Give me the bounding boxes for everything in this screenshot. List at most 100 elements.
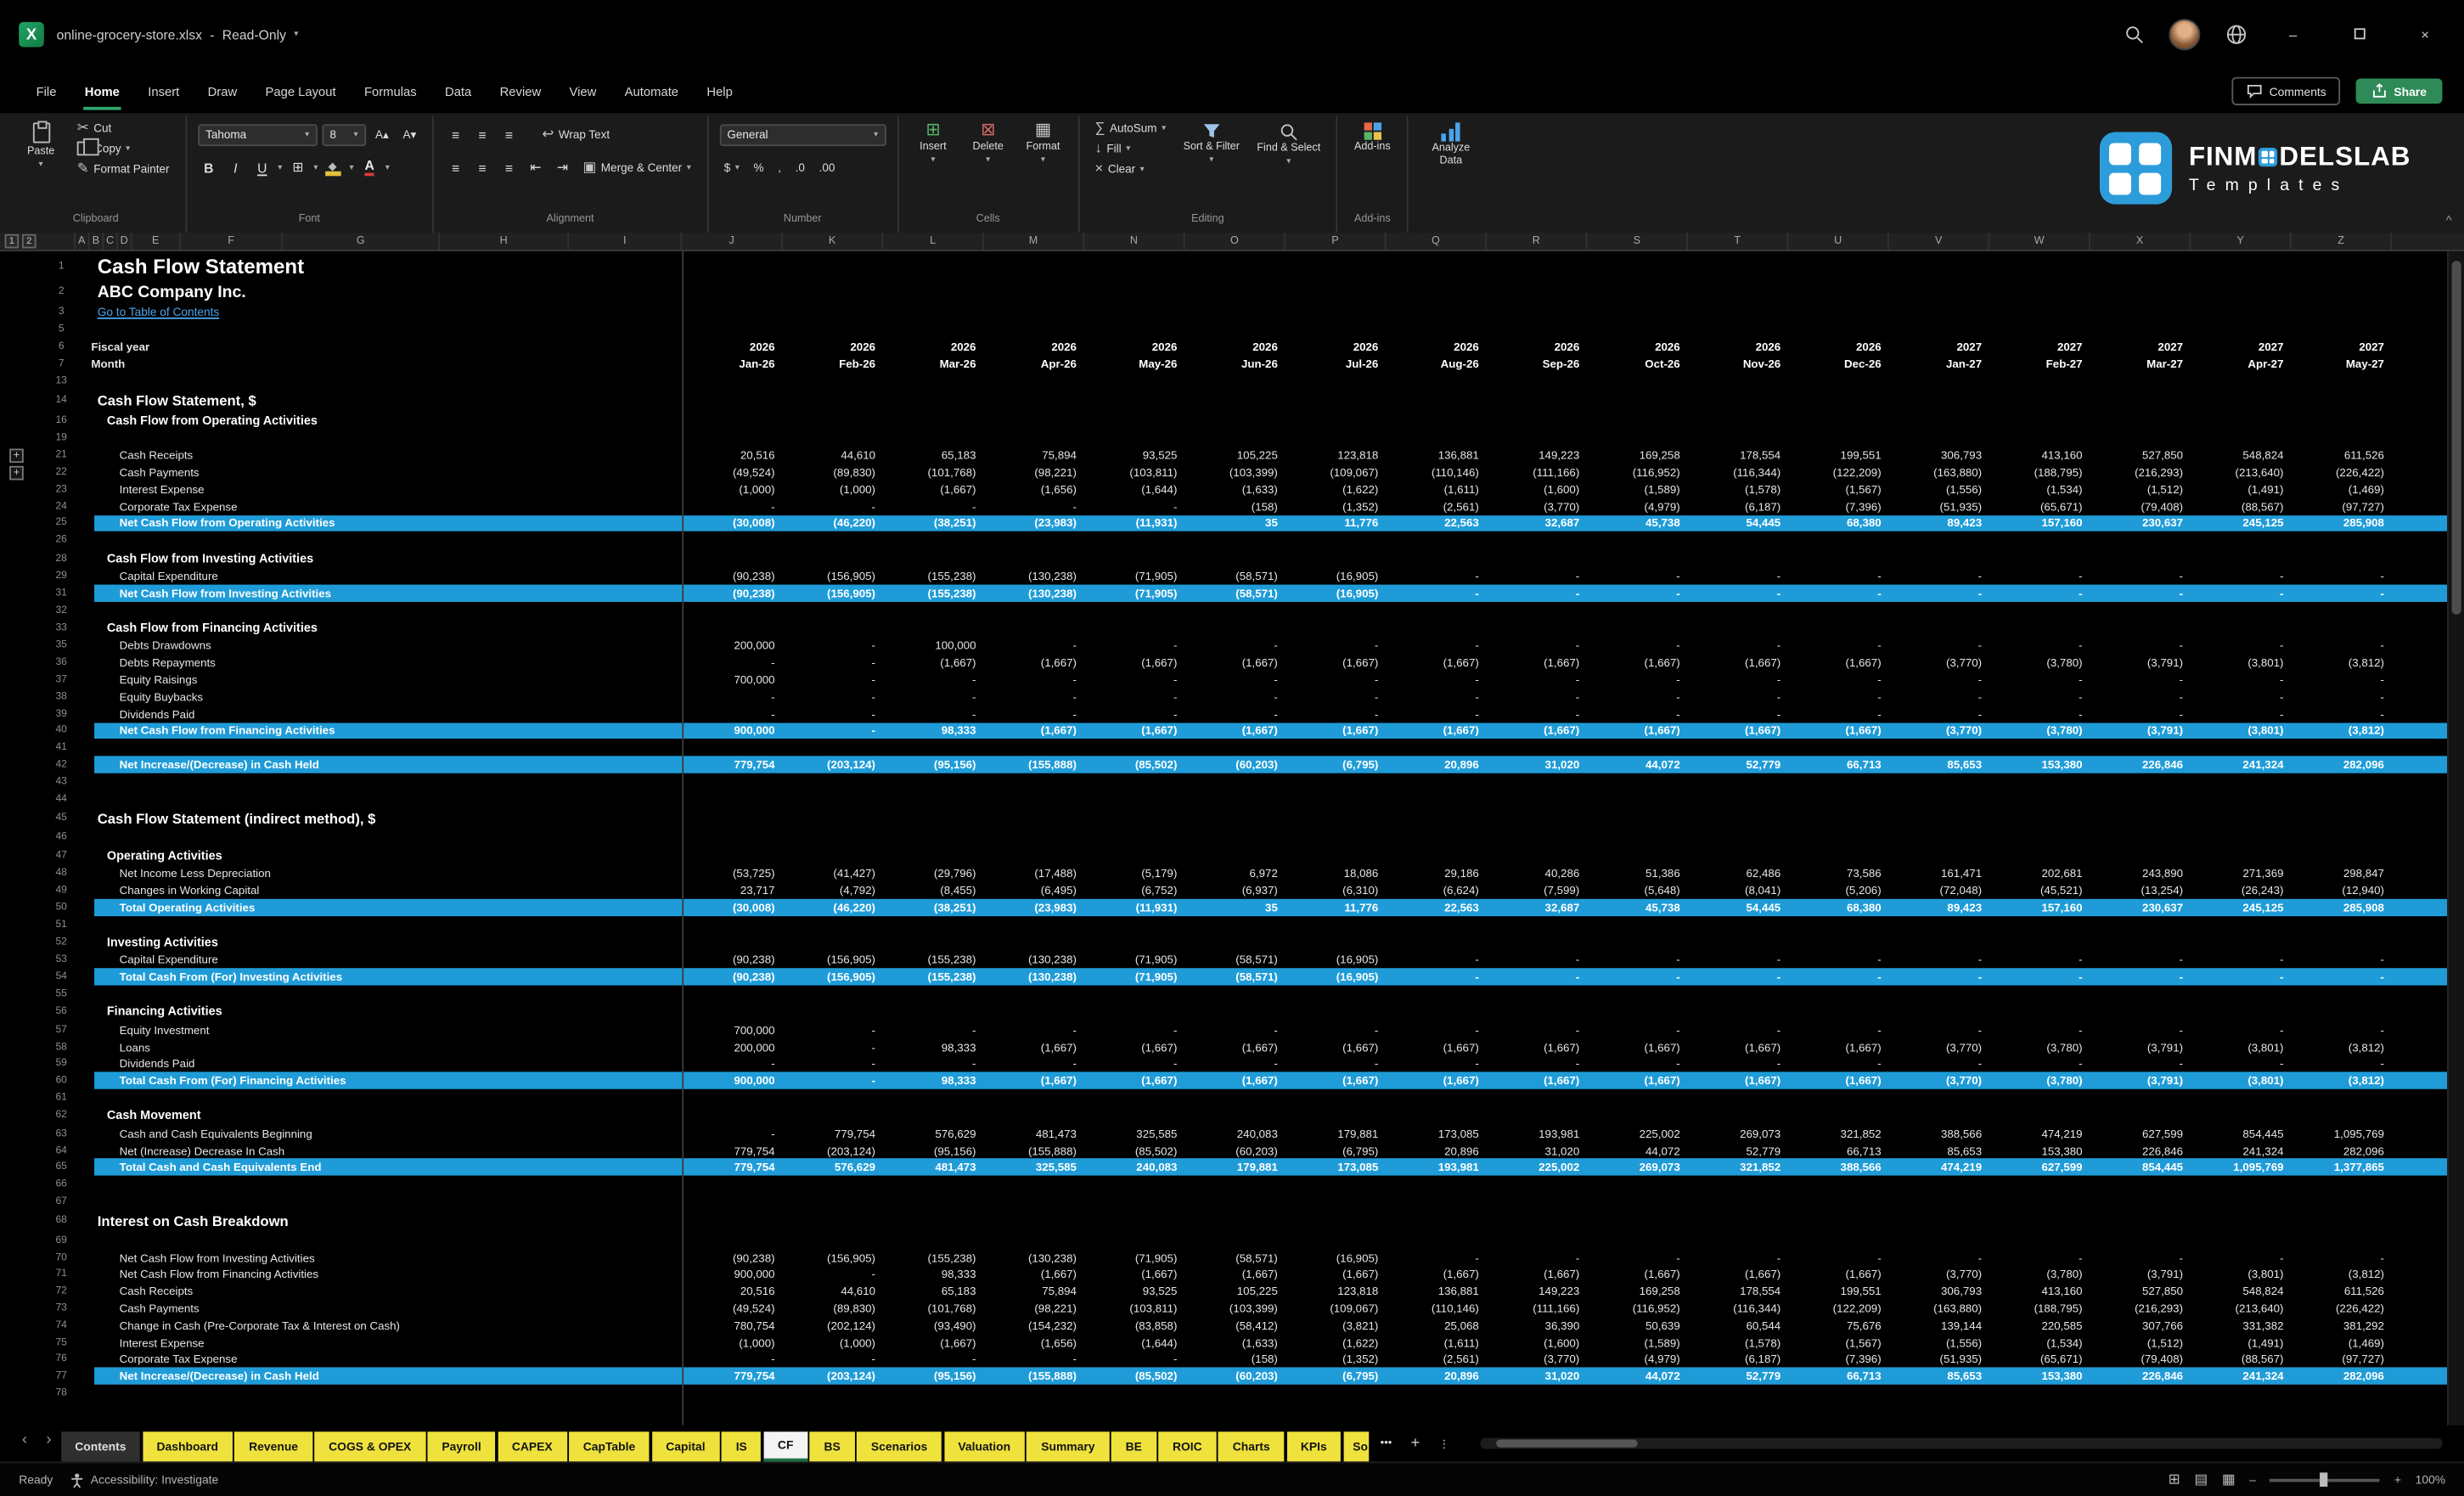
zoom-slider[interactable] — [2270, 1478, 2381, 1482]
data-cell[interactable]: 31,020 — [1487, 757, 1587, 772]
data-cell[interactable]: - — [2090, 970, 2191, 984]
data-cell[interactable]: (98,221) — [984, 1302, 1084, 1316]
data-cell[interactable]: 307,766 — [2090, 1319, 2191, 1333]
data-cell[interactable]: (1,667) — [1185, 723, 1285, 738]
data-cell[interactable]: (89,830) — [783, 465, 883, 480]
data-cell[interactable]: (3,801) — [2191, 1268, 2291, 1282]
row-label[interactable]: Cash Receipts — [76, 448, 682, 463]
data-cell[interactable]: - — [783, 689, 883, 704]
data-cell[interactable]: - — [783, 1074, 883, 1088]
font-name-select[interactable]: Tahoma▾ — [198, 123, 318, 145]
data-cell[interactable]: (116,952) — [1588, 1302, 1688, 1316]
data-cell[interactable]: - — [783, 638, 883, 653]
data-cell[interactable]: (3,780) — [1989, 655, 2090, 670]
row-number[interactable]: 14 — [48, 395, 76, 406]
row-number[interactable]: 50 — [48, 902, 76, 913]
column-header-J[interactable]: J — [682, 233, 782, 250]
data-cell[interactable]: Aug-26 — [1387, 357, 1487, 371]
row-number[interactable]: 26 — [48, 535, 76, 546]
data-cell[interactable]: 225,002 — [1588, 1127, 1688, 1141]
data-cell[interactable]: (1,667) — [1285, 655, 1386, 670]
row-label[interactable]: Net Income Less Depreciation — [76, 866, 682, 880]
data-cell[interactable]: - — [1387, 586, 1487, 600]
row-label[interactable]: ABC Company Inc. — [76, 282, 682, 301]
data-cell[interactable]: 98,333 — [883, 1074, 983, 1088]
data-cell[interactable]: (1,667) — [883, 482, 983, 497]
data-cell[interactable]: (1,469) — [2292, 1336, 2392, 1350]
data-cell[interactable]: 52,779 — [1688, 1369, 1788, 1383]
data-cell[interactable]: 65,183 — [883, 1285, 983, 1299]
data-cell[interactable]: 306,793 — [1889, 1285, 1989, 1299]
data-cell[interactable]: - — [2292, 672, 2392, 687]
data-cell[interactable]: (93,490) — [883, 1319, 983, 1333]
data-cell[interactable]: (3,770) — [1889, 655, 1989, 670]
data-cell[interactable]: 169,258 — [1588, 448, 1688, 463]
data-cell[interactable]: (45,521) — [1989, 883, 2090, 897]
data-cell[interactable]: - — [1084, 689, 1184, 704]
data-cell[interactable]: (1,589) — [1588, 482, 1688, 497]
data-cell[interactable]: - — [1387, 1057, 1487, 1071]
tab-scroll-left-button[interactable]: ‹ — [13, 1431, 37, 1455]
data-cell[interactable]: (122,209) — [1788, 465, 1888, 480]
data-cell[interactable]: (58,571) — [1185, 586, 1285, 600]
data-cell[interactable]: Jan-27 — [1889, 357, 1989, 371]
data-cell[interactable]: 527,850 — [2090, 448, 2191, 463]
data-cell[interactable]: May-26 — [1084, 357, 1184, 371]
row-label[interactable]: Cash Flow from Financing Activities — [76, 621, 682, 635]
data-cell[interactable]: 199,551 — [1788, 448, 1888, 463]
column-header-O[interactable]: O — [1185, 233, 1285, 250]
data-cell[interactable]: (3,791) — [2090, 1040, 2191, 1055]
data-cell[interactable]: (130,238) — [984, 586, 1084, 600]
data-cell[interactable]: - — [984, 706, 1084, 721]
data-cell[interactable]: (12,940) — [2292, 883, 2392, 897]
row-label[interactable]: Total Cash From (For) Investing Activiti… — [94, 970, 682, 984]
column-header-Y[interactable]: Y — [2191, 233, 2291, 250]
column-header-F[interactable]: F — [181, 233, 283, 250]
data-cell[interactable]: 153,380 — [1989, 757, 2090, 772]
data-cell[interactable]: 105,225 — [1185, 1285, 1285, 1299]
data-cell[interactable]: (3,801) — [2191, 1074, 2291, 1088]
row-number[interactable]: 31 — [48, 588, 76, 599]
data-cell[interactable]: 611,526 — [2292, 448, 2392, 463]
data-cell[interactable]: - — [883, 672, 983, 687]
data-cell[interactable]: (1,667) — [1084, 1074, 1184, 1088]
data-cell[interactable]: - — [984, 638, 1084, 653]
italic-button[interactable]: I — [224, 156, 246, 178]
data-cell[interactable]: - — [2292, 569, 2392, 583]
row-label[interactable]: Total Operating Activities — [94, 900, 682, 914]
data-cell[interactable]: (23,983) — [984, 900, 1084, 914]
data-cell[interactable]: (1,667) — [984, 1040, 1084, 1055]
user-avatar[interactable] — [2169, 19, 2200, 50]
view-page-layout-button[interactable]: ▤ — [2194, 1471, 2208, 1488]
data-cell[interactable]: (3,780) — [1989, 1074, 2090, 1088]
data-cell[interactable]: - — [1989, 706, 2090, 721]
menu-item-data[interactable]: Data — [430, 73, 486, 110]
sheet-tab-is[interactable]: IS — [722, 1431, 761, 1461]
row-label[interactable]: Net Cash Flow from Operating Activities — [94, 516, 682, 531]
data-cell[interactable]: (4,792) — [783, 883, 883, 897]
data-cell[interactable]: (8,041) — [1688, 883, 1788, 897]
data-cell[interactable]: (41,427) — [783, 866, 883, 880]
data-cell[interactable]: - — [1688, 970, 1788, 984]
data-cell[interactable]: (1,667) — [1387, 1040, 1487, 1055]
data-cell[interactable]: 85,653 — [1889, 1369, 1989, 1383]
data-cell[interactable]: 35 — [1185, 900, 1285, 914]
data-cell[interactable]: (2,561) — [1387, 499, 1487, 514]
data-cell[interactable]: - — [1588, 1057, 1688, 1071]
row-number[interactable]: 44 — [48, 793, 76, 804]
data-cell[interactable]: - — [1588, 689, 1688, 704]
data-cell[interactable]: - — [783, 1023, 883, 1038]
data-cell[interactable]: - — [1688, 689, 1788, 704]
row-number[interactable]: 71 — [48, 1268, 76, 1279]
data-cell[interactable]: (1,352) — [1285, 499, 1386, 514]
data-cell[interactable]: 153,380 — [1989, 1144, 2090, 1158]
sheet-tab-valuation[interactable]: Valuation — [944, 1431, 1025, 1461]
menu-item-draw[interactable]: Draw — [194, 73, 251, 110]
data-cell[interactable]: 75,894 — [984, 448, 1084, 463]
data-cell[interactable]: (29,796) — [883, 866, 983, 880]
data-cell[interactable]: - — [1788, 1057, 1888, 1071]
data-cell[interactable]: (38,251) — [883, 900, 983, 914]
data-cell[interactable]: (30,008) — [682, 900, 782, 914]
data-cell[interactable]: 1,377,865 — [2292, 1161, 2392, 1175]
data-cell[interactable]: (116,344) — [1688, 1302, 1788, 1316]
